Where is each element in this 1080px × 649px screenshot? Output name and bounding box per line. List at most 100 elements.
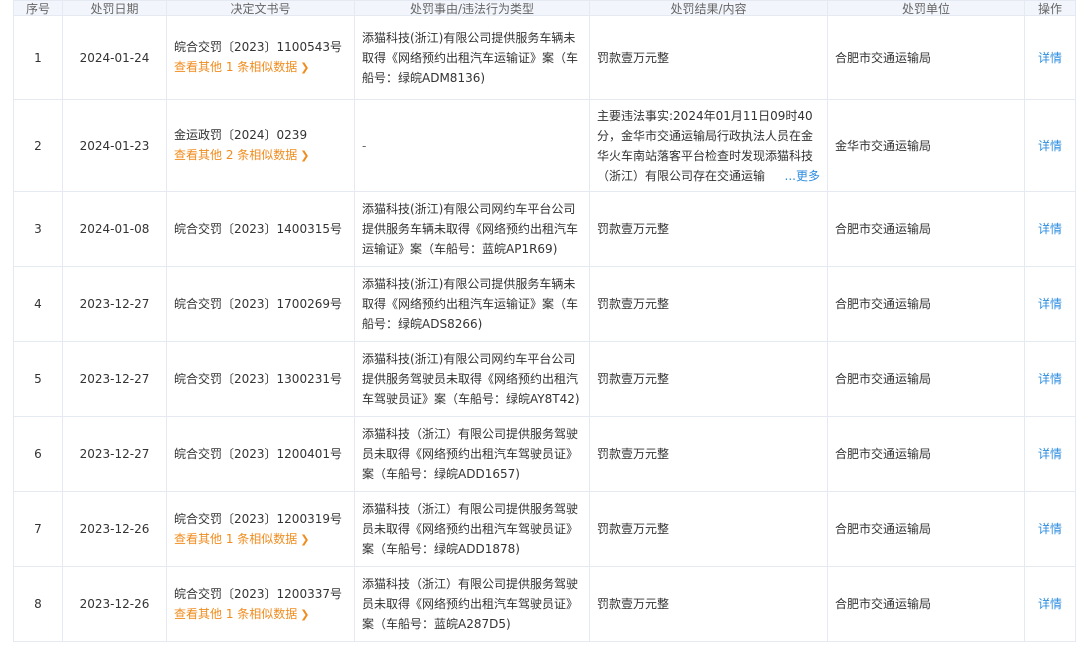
row-doc-no: 金运政罚〔2024〕0239 — [174, 125, 347, 145]
row-unit: 合肥市交通运输局 — [828, 492, 1025, 567]
row-reason: - — [355, 100, 590, 192]
similar-data-link[interactable]: 查看其他 1 条相似数据❯ — [174, 57, 347, 78]
row-action-cell: 详情 — [1025, 567, 1076, 642]
chevron-right-icon: ❯ — [300, 146, 309, 166]
row-action-cell: 详情 — [1025, 492, 1076, 567]
detail-link[interactable]: 详情 — [1038, 522, 1062, 536]
row-reason: 添猫科技（浙江）有限公司提供服务驾驶员未取得《网络预约出租汽车驾驶员证》案（车船… — [355, 567, 590, 642]
row-unit: 合肥市交通运输局 — [828, 16, 1025, 100]
row-doc-no: 皖合交罚〔2023〕1300231号 — [174, 369, 347, 389]
table-row: 3 2024-01-08 皖合交罚〔2023〕1400315号 添猫科技(浙江)… — [14, 192, 1076, 267]
more-wrap: ...更多 — [767, 166, 820, 186]
table-row: 1 2024-01-24 皖合交罚〔2023〕1100543号 查看其他 1 条… — [14, 16, 1076, 100]
row-doc-no: 皖合交罚〔2023〕1100543号 — [174, 37, 347, 57]
row-result: 罚款壹万元整 — [590, 16, 828, 100]
header-result: 处罚结果/内容 — [590, 1, 828, 16]
row-reason: 添猫科技(浙江)有限公司提供服务车辆未取得《网络预约出租汽车运输证》案（车船号：… — [355, 267, 590, 342]
row-reason-text: 添猫科技(浙江)有限公司提供服务车辆未取得《网络预约出租汽车运输证》案（车船号：… — [362, 274, 582, 334]
row-action-cell: 详情 — [1025, 100, 1076, 192]
row-doc-cell: 皖合交罚〔2023〕1100543号 查看其他 1 条相似数据❯ — [167, 16, 355, 100]
row-doc-cell: 皖合交罚〔2023〕1300231号 — [167, 342, 355, 417]
row-index: 6 — [14, 417, 63, 492]
row-result: 罚款壹万元整 — [590, 342, 828, 417]
row-date: 2024-01-23 — [63, 100, 167, 192]
similar-data-link[interactable]: 查看其他 1 条相似数据❯ — [174, 604, 347, 625]
row-result: 罚款壹万元整 — [590, 267, 828, 342]
detail-link[interactable]: 详情 — [1038, 597, 1062, 611]
detail-link[interactable]: 详情 — [1038, 447, 1062, 461]
row-result: 主要违法事实:2024年01月11日09时40分，金华市交通运输局行政执法人员在… — [590, 100, 828, 192]
row-index: 8 — [14, 567, 63, 642]
row-date: 2023-12-26 — [63, 492, 167, 567]
header-unit: 处罚单位 — [828, 1, 1025, 16]
row-doc-cell: 金运政罚〔2024〕0239 查看其他 2 条相似数据❯ — [167, 100, 355, 192]
chevron-right-icon: ❯ — [300, 530, 309, 550]
row-unit: 合肥市交通运输局 — [828, 267, 1025, 342]
header-index: 序号 — [14, 1, 63, 16]
row-doc-cell: 皖合交罚〔2023〕1700269号 — [167, 267, 355, 342]
row-unit: 合肥市交通运输局 — [828, 417, 1025, 492]
row-index: 7 — [14, 492, 63, 567]
row-result: 罚款壹万元整 — [590, 567, 828, 642]
row-doc-no: 皖合交罚〔2023〕1400315号 — [174, 219, 347, 239]
similar-data-link[interactable]: 查看其他 1 条相似数据❯ — [174, 529, 347, 550]
detail-link[interactable]: 详情 — [1038, 51, 1062, 65]
row-index: 5 — [14, 342, 63, 417]
similar-data-label: 查看其他 1 条相似数据 — [174, 60, 297, 74]
row-date: 2023-12-26 — [63, 567, 167, 642]
row-doc-cell: 皖合交罚〔2023〕1200319号 查看其他 1 条相似数据❯ — [167, 492, 355, 567]
row-reason: 添猫科技(浙江)有限公司网约车平台公司提供服务驾驶员未取得《网络预约出租汽车驾驶… — [355, 342, 590, 417]
row-unit: 合肥市交通运输局 — [828, 567, 1025, 642]
row-action-cell: 详情 — [1025, 16, 1076, 100]
row-result: 罚款壹万元整 — [590, 492, 828, 567]
header-reason: 处罚事由/违法行为类型 — [355, 1, 590, 16]
similar-data-link[interactable]: 查看其他 2 条相似数据❯ — [174, 145, 347, 166]
row-date: 2024-01-24 — [63, 16, 167, 100]
row-doc-no: 皖合交罚〔2023〕1700269号 — [174, 294, 347, 314]
row-doc-no: 皖合交罚〔2023〕1200337号 — [174, 584, 347, 604]
more-link[interactable]: ...更多 — [785, 169, 820, 183]
row-reason-text: 添猫科技（浙江）有限公司提供服务驾驶员未取得《网络预约出租汽车驾驶员证》案（车船… — [362, 499, 582, 559]
row-action-cell: 详情 — [1025, 267, 1076, 342]
table-row: 4 2023-12-27 皖合交罚〔2023〕1700269号 添猫科技(浙江)… — [14, 267, 1076, 342]
detail-link[interactable]: 详情 — [1038, 372, 1062, 386]
table-row: 5 2023-12-27 皖合交罚〔2023〕1300231号 添猫科技(浙江)… — [14, 342, 1076, 417]
detail-link[interactable]: 详情 — [1038, 222, 1062, 236]
chevron-right-icon: ❯ — [300, 58, 309, 78]
row-doc-cell: 皖合交罚〔2023〕1400315号 — [167, 192, 355, 267]
row-result-long: 主要违法事实:2024年01月11日09时40分，金华市交通运输局行政执法人员在… — [597, 106, 820, 186]
header-action: 操作 — [1025, 1, 1076, 16]
row-result: 罚款壹万元整 — [590, 192, 828, 267]
row-reason-text: 添猫科技(浙江)有限公司提供服务车辆未取得《网络预约出租汽车运输证》案（车船号：… — [362, 28, 582, 88]
row-doc-no: 皖合交罚〔2023〕1200401号 — [174, 444, 347, 464]
row-index: 2 — [14, 100, 63, 192]
row-date: 2023-12-27 — [63, 417, 167, 492]
table-row: 2 2024-01-23 金运政罚〔2024〕0239 查看其他 2 条相似数据… — [14, 100, 1076, 192]
row-date: 2023-12-27 — [63, 267, 167, 342]
row-date: 2023-12-27 — [63, 342, 167, 417]
row-action-cell: 详情 — [1025, 342, 1076, 417]
similar-data-label: 查看其他 2 条相似数据 — [174, 148, 297, 162]
row-reason-text: 添猫科技（浙江）有限公司提供服务驾驶员未取得《网络预约出租汽车驾驶员证》案（车船… — [362, 424, 582, 484]
row-date: 2024-01-08 — [63, 192, 167, 267]
row-unit: 合肥市交通运输局 — [828, 342, 1025, 417]
row-reason: 添猫科技(浙江)有限公司提供服务车辆未取得《网络预约出租汽车运输证》案（车船号：… — [355, 16, 590, 100]
detail-link[interactable]: 详情 — [1038, 297, 1062, 311]
row-result: 罚款壹万元整 — [590, 417, 828, 492]
row-reason-text: - — [362, 139, 366, 153]
row-reason: 添猫科技（浙江）有限公司提供服务驾驶员未取得《网络预约出租汽车驾驶员证》案（车船… — [355, 492, 590, 567]
row-action-cell: 详情 — [1025, 417, 1076, 492]
penalty-table: 序号 处罚日期 决定文书号 处罚事由/违法行为类型 处罚结果/内容 处罚单位 操… — [13, 0, 1076, 642]
row-unit: 金华市交通运输局 — [828, 100, 1025, 192]
row-index: 4 — [14, 267, 63, 342]
row-unit: 合肥市交通运输局 — [828, 192, 1025, 267]
row-index: 3 — [14, 192, 63, 267]
row-reason: 添猫科技(浙江)有限公司网约车平台公司提供服务车辆未取得《网络预约出租汽车运输证… — [355, 192, 590, 267]
table-header-row: 序号 处罚日期 决定文书号 处罚事由/违法行为类型 处罚结果/内容 处罚单位 操… — [14, 1, 1076, 16]
table-row: 7 2023-12-26 皖合交罚〔2023〕1200319号 查看其他 1 条… — [14, 492, 1076, 567]
row-doc-cell: 皖合交罚〔2023〕1200401号 — [167, 417, 355, 492]
row-action-cell: 详情 — [1025, 192, 1076, 267]
row-reason-text: 添猫科技(浙江)有限公司网约车平台公司提供服务车辆未取得《网络预约出租汽车运输证… — [362, 199, 582, 259]
penalty-table-container: 序号 处罚日期 决定文书号 处罚事由/违法行为类型 处罚结果/内容 处罚单位 操… — [13, 0, 1075, 642]
detail-link[interactable]: 详情 — [1038, 139, 1062, 153]
